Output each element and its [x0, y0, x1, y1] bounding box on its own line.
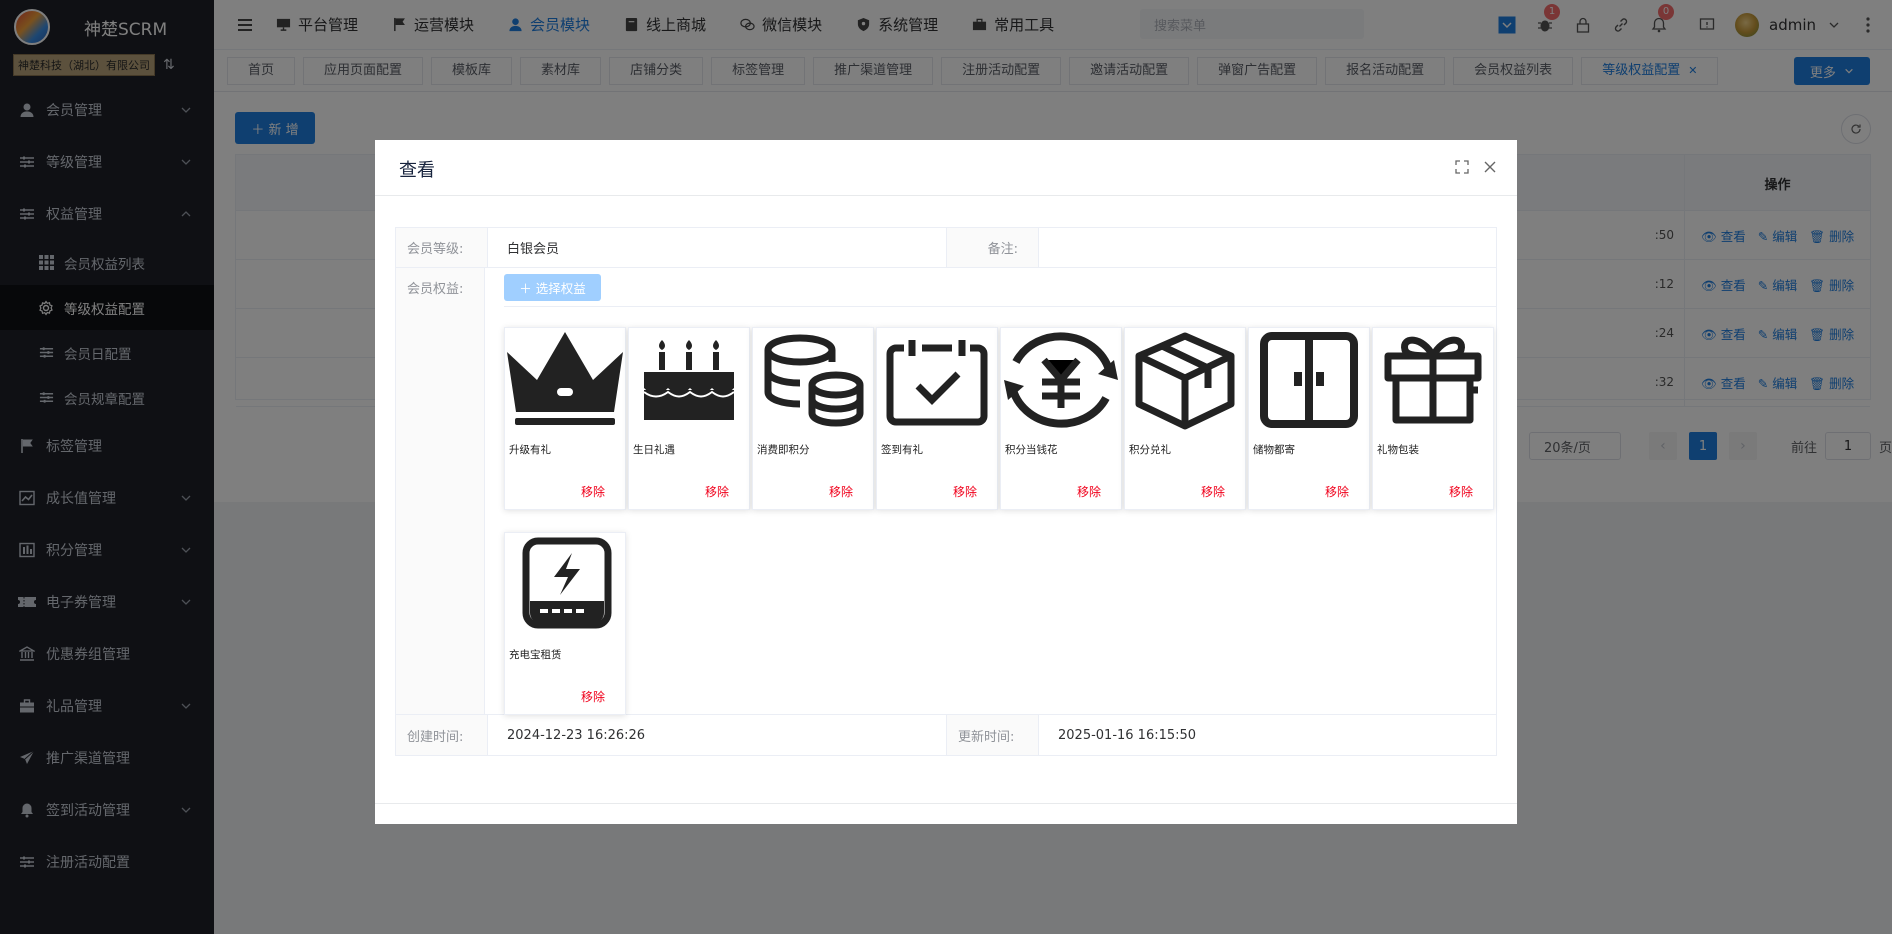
rights-label: 会员权益: — [396, 268, 485, 714]
rights-card: 消费即积分 移除 — [752, 327, 874, 510]
rights-card: 礼物包装 移除 — [1372, 327, 1494, 510]
created-label: 创建时间: — [396, 715, 488, 755]
dialog-body: 会员等级: 白银会员 备注: 会员权益: ＋ 选择权益 升级有礼 移除 生日礼遇… — [395, 227, 1497, 756]
level-label: 会员等级: — [396, 228, 488, 267]
rights-card-list: 升级有礼 移除 生日礼遇 移除 消费即积分 移除 签到有礼 移除 积分当钱花 移… — [504, 306, 1496, 715]
rights-name: 积分当钱花 — [1005, 444, 1058, 456]
powerbank-icon — [505, 533, 625, 637]
remove-button[interactable]: 移除 — [1449, 483, 1473, 500]
gift-icon — [1373, 328, 1493, 432]
cabinet-icon — [1249, 328, 1369, 432]
remark-value — [1039, 228, 1496, 267]
remove-button[interactable]: 移除 — [829, 483, 853, 500]
remove-button[interactable]: 移除 — [705, 483, 729, 500]
updated-value: 2025-01-16 16:15:50 — [1058, 727, 1197, 743]
rights-row: 会员权益: ＋ 选择权益 升级有礼 移除 生日礼遇 移除 消费即积分 移除 签到… — [396, 268, 1496, 715]
remark-label: 备注: — [947, 228, 1039, 267]
created-value: 2024-12-23 16:26:26 — [488, 715, 947, 755]
remove-button[interactable]: 移除 — [1325, 483, 1349, 500]
dialog-footer-divider — [375, 803, 1517, 804]
cake-icon — [629, 328, 749, 432]
rights-card: 储物都寄 移除 — [1248, 327, 1370, 510]
remove-button[interactable]: 移除 — [581, 483, 605, 500]
coins-icon — [753, 328, 873, 432]
rights-name: 消费即积分 — [757, 444, 810, 456]
currency-exchange-icon — [1001, 328, 1121, 432]
select-rights-button[interactable]: ＋ 选择权益 — [504, 274, 601, 301]
close-icon[interactable] — [1483, 160, 1497, 174]
rights-card: 签到有礼 移除 — [876, 327, 998, 510]
rights-name: 充电宝租赁 — [509, 649, 562, 661]
select-rights-label: 选择权益 — [535, 281, 586, 296]
rights-name: 储物都寄 — [1253, 444, 1295, 456]
rights-card: 充电宝租赁 移除 — [504, 532, 626, 715]
remove-button[interactable]: 移除 — [953, 483, 977, 500]
rights-card: 积分当钱花 移除 — [1000, 327, 1122, 510]
description-table: 会员等级: 白银会员 备注: 会员权益: ＋ 选择权益 升级有礼 移除 生日礼遇… — [395, 227, 1497, 756]
rights-card: 积分兑礼 移除 — [1124, 327, 1246, 510]
fullscreen-icon[interactable] — [1455, 160, 1469, 174]
dialog-title: 查看 — [399, 160, 435, 181]
box-icon — [1125, 328, 1245, 432]
updated-label: 更新时间: — [947, 715, 1039, 755]
view-dialog: 查看 会员等级: 白银会员 备注: 会员权益: ＋ 选择权益 升级有礼 移除 生… — [375, 140, 1517, 824]
rights-card: 升级有礼 移除 — [504, 327, 626, 510]
rights-name: 升级有礼 — [509, 444, 551, 456]
rights-name: 礼物包装 — [1377, 444, 1419, 456]
remark-label-text: 备注: — [987, 242, 1018, 257]
remove-button[interactable]: 移除 — [1201, 483, 1225, 500]
crown-icon — [505, 328, 625, 432]
level-value: 白银会员 — [488, 228, 947, 267]
rights-name: 生日礼遇 — [633, 444, 675, 456]
rights-area: ＋ 选择权益 升级有礼 移除 生日礼遇 移除 消费即积分 移除 签到有礼 移除 … — [485, 268, 1496, 715]
remove-button[interactable]: 移除 — [1077, 483, 1101, 500]
level-row: 会员等级: 白银会员 备注: — [396, 228, 1496, 268]
rights-name: 积分兑礼 — [1129, 444, 1171, 456]
dialog-tools — [1455, 160, 1497, 174]
calendar-check-icon — [877, 328, 997, 432]
rights-name: 签到有礼 — [881, 444, 923, 456]
time-row: 创建时间: 2024-12-23 16:26:26 更新时间: 2025-01-… — [396, 715, 1496, 755]
remove-button[interactable]: 移除 — [581, 688, 605, 705]
dialog-header: 查看 — [375, 140, 1517, 196]
rights-card: 生日礼遇 移除 — [628, 327, 750, 510]
